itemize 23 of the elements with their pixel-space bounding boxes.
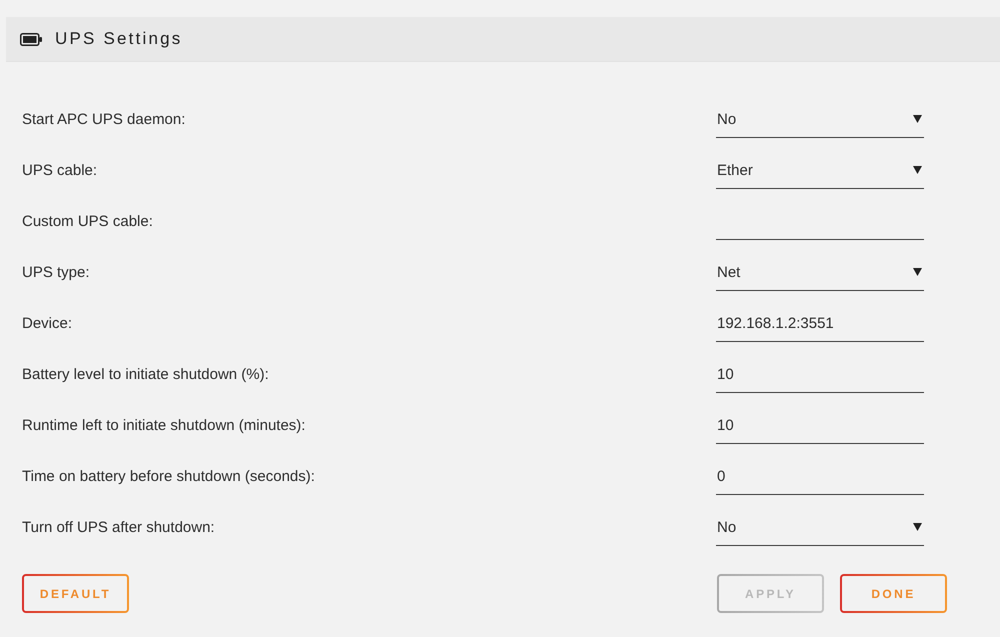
- setting-label: UPS type:: [22, 264, 90, 281]
- select-dropdown[interactable]: Ether: [716, 152, 924, 188]
- input-field[interactable]: 10: [716, 356, 924, 392]
- caret-icon: [913, 166, 922, 174]
- caret-icon: [913, 523, 922, 531]
- caret-icon: [913, 268, 922, 276]
- setting-label: UPS cable:: [22, 162, 98, 179]
- input-field[interactable]: 0: [716, 458, 924, 494]
- caret-icon: [913, 115, 922, 123]
- battery-icon: [20, 32, 42, 46]
- setting-label: Time on battery before shutdown (seconds):: [22, 468, 315, 485]
- setting-label: Runtime left to initiate shutdown (minutes):: [22, 417, 306, 434]
- select-dropdown[interactable]: No: [716, 510, 924, 546]
- input-field[interactable]: 192.168.1.2:3551: [716, 306, 924, 342]
- setting-label: Battery level to initiate shutdown (%):: [22, 366, 269, 383]
- panel-title: UPS Settings: [55, 29, 183, 49]
- setting-label: Device:: [22, 315, 72, 332]
- select-dropdown[interactable]: No: [716, 102, 924, 138]
- setting-label: Start APC UPS daemon:: [22, 111, 186, 128]
- setting-label: Turn off UPS after shutdown:: [22, 519, 215, 536]
- select-dropdown[interactable]: Net: [716, 254, 924, 290]
- input-field[interactable]: 10: [716, 408, 924, 444]
- setting-label: Custom UPS cable:: [22, 213, 153, 230]
